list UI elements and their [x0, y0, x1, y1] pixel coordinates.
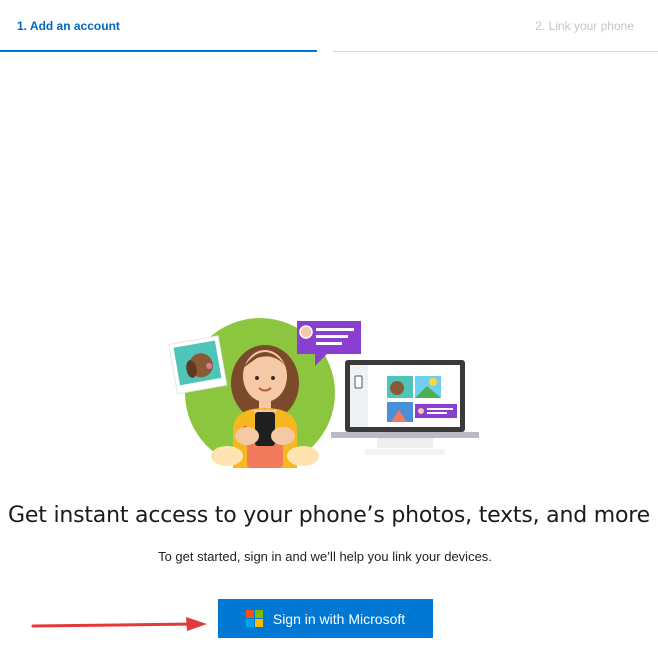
step-progress-bar: 1. Add an account 2. Link your phone — [0, 0, 658, 54]
page-subtext: To get started, sign in and we’ll help y… — [158, 549, 492, 564]
step-add-account: 1. Add an account — [17, 19, 120, 33]
dog-photo-card — [168, 335, 228, 395]
microsoft-logo-icon — [245, 610, 263, 627]
inactive-step-indicator — [333, 51, 658, 52]
sign-in-with-microsoft-button[interactable]: Sign in with Microsoft — [218, 599, 433, 638]
step-link-phone: 2. Link your phone — [535, 19, 634, 33]
laptop-icon — [331, 360, 479, 455]
sign-in-label: Sign in with Microsoft — [272, 610, 406, 627]
active-step-indicator — [0, 50, 317, 52]
phone-link-illustration — [168, 318, 479, 468]
page-headline: Get instant access to your phone’s photo… — [8, 503, 650, 528]
red-arrow-annotation — [31, 617, 207, 631]
